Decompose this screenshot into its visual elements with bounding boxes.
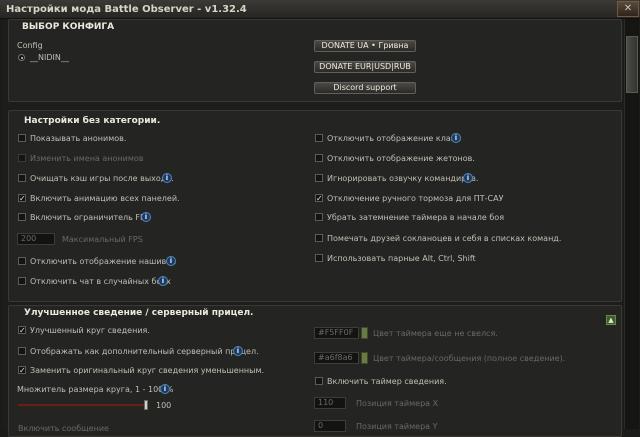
ignore-commander-voice-info-icon[interactable]: i bbox=[463, 173, 473, 183]
max-fps-input[interactable]: 200 bbox=[17, 233, 55, 245]
show-anonymous-checkbox[interactable] bbox=[18, 134, 26, 142]
replace-circle-label: Заменить оригинальный круг сведения умен… bbox=[30, 366, 265, 375]
paired-modifiers-label: Использовать парные Alt, Ctrl, Shift bbox=[327, 254, 476, 263]
timer-color-full-swatch[interactable] bbox=[361, 352, 368, 364]
extra-server-sight-checkbox[interactable] bbox=[18, 347, 26, 355]
disable-chat-checkbox[interactable] bbox=[18, 277, 26, 285]
disable-tokens-checkbox[interactable] bbox=[315, 154, 323, 162]
show-anonymous-label: Показывать анонимов. bbox=[30, 134, 127, 143]
config-radio[interactable] bbox=[18, 54, 25, 61]
ignore-commander-voice-label: Игнорировать озвучку командиров. bbox=[327, 174, 479, 183]
fps-limiter-label: Включить ограничитель FPS bbox=[30, 213, 150, 222]
disable-badges-label: Отключить отображение нашивок bbox=[30, 257, 176, 266]
disable-clan-label: Отключить отображение клана bbox=[327, 134, 461, 143]
donate-eur-usd-rub-button[interactable]: DONATE EUR|USD|RUB bbox=[314, 61, 416, 73]
config-option-label: __NIDIN__ bbox=[30, 53, 69, 62]
sight-section-title: Улучшенное сведение / серверный прицел. bbox=[24, 308, 254, 318]
timer-color-full-input[interactable]: #a6f8a6 bbox=[314, 352, 359, 364]
disable-chat-info-icon[interactable]: i bbox=[158, 276, 168, 286]
panel-animation-label: Включить анимацию всех панелей. bbox=[30, 194, 180, 203]
donate-ua-button[interactable]: DONATE UA • Гривна bbox=[314, 40, 416, 52]
timer-x-input[interactable]: 110 bbox=[314, 397, 346, 409]
timer-y-label: Позиция таймера Y bbox=[356, 422, 438, 431]
td-handbrake-checkbox[interactable]: ✓ bbox=[315, 194, 323, 203]
clear-cache-info-icon[interactable]: i bbox=[162, 173, 172, 183]
timer-color-not-converged-swatch[interactable] bbox=[361, 327, 368, 339]
config-label: Config bbox=[17, 41, 43, 50]
config-section-title: ВЫБОР КОНФИГА bbox=[22, 22, 115, 32]
discord-support-button[interactable]: Discord support bbox=[314, 82, 416, 94]
circle-size-info-icon[interactable]: i bbox=[160, 384, 170, 394]
replace-circle-checkbox[interactable]: ✓ bbox=[18, 366, 26, 375]
fps-limiter-checkbox[interactable] bbox=[18, 213, 26, 221]
rename-anonymous-label: Изменить имена анонимов bbox=[30, 154, 144, 163]
collapse-section-button[interactable]: ▲ bbox=[606, 315, 616, 325]
timer-y-input[interactable]: 0 bbox=[314, 420, 346, 432]
enable-timer-label: Включить таймер сведения. bbox=[327, 377, 447, 386]
circle-size-slider-thumb[interactable] bbox=[144, 400, 148, 410]
timer-x-label: Позиция таймера X bbox=[356, 399, 439, 408]
disable-clan-checkbox[interactable] bbox=[315, 134, 323, 142]
panel-animation-checkbox[interactable]: ✓ bbox=[18, 194, 26, 203]
paired-modifiers-checkbox[interactable] bbox=[315, 254, 323, 262]
mark-friends-label: Помечать друзей сокланоцев и себя в спис… bbox=[327, 234, 562, 243]
disable-badges-info-icon[interactable]: i bbox=[166, 256, 176, 266]
timer-color-full-label: Цвет таймера/сообщения (полное сведение)… bbox=[373, 354, 566, 363]
extra-server-sight-label: Отображать как дополнительный серверный … bbox=[30, 347, 259, 356]
fps-limiter-info-icon[interactable]: i bbox=[141, 212, 151, 222]
disable-badges-checkbox[interactable] bbox=[18, 257, 26, 265]
ignore-commander-voice-checkbox[interactable] bbox=[315, 174, 323, 182]
timer-color-not-converged-label: Цвет таймера еще не свелся. bbox=[373, 329, 498, 338]
mark-friends-checkbox[interactable] bbox=[315, 234, 323, 242]
timer-darkening-checkbox[interactable] bbox=[315, 213, 323, 221]
general-section-title: Настройки без категории. bbox=[24, 116, 161, 126]
disable-clan-info-icon[interactable]: i bbox=[451, 133, 461, 143]
improved-circle-label: Улучшенный круг сведения. bbox=[30, 326, 150, 335]
clear-cache-label: Очищать кэш игры после выхода. bbox=[30, 174, 174, 183]
circle-size-label: Множитель размера круга, 1 - 100 % bbox=[17, 385, 174, 394]
timer-darkening-label: Убрать затемнение таймера в начале боя bbox=[327, 213, 505, 222]
circle-size-value: 100 bbox=[156, 401, 172, 410]
clear-cache-checkbox[interactable] bbox=[18, 174, 26, 182]
extra-server-sight-info-icon[interactable]: i bbox=[233, 346, 243, 356]
disable-chat-label: Отключить чат в случайных боях bbox=[30, 277, 171, 286]
rename-anonymous-checkbox[interactable] bbox=[18, 154, 26, 162]
close-button[interactable]: ✕ bbox=[617, 1, 639, 17]
timer-color-not-converged-input[interactable]: #F5FF0F bbox=[314, 327, 359, 339]
improved-circle-checkbox[interactable]: ✓ bbox=[18, 326, 26, 335]
disable-tokens-label: Отключить отображение жетонов. bbox=[327, 154, 475, 163]
max-fps-label: Максимальный FPS bbox=[62, 235, 143, 244]
enable-timer-checkbox[interactable] bbox=[315, 377, 323, 385]
circle-size-slider-track[interactable] bbox=[18, 404, 148, 406]
window-title: Настройки мода Battle Observer - v1.32.4 bbox=[6, 4, 247, 15]
scrollbar-thumb[interactable] bbox=[626, 36, 638, 93]
td-handbrake-label: Отключение ручного тормоза для ПТ-САУ bbox=[327, 194, 504, 203]
